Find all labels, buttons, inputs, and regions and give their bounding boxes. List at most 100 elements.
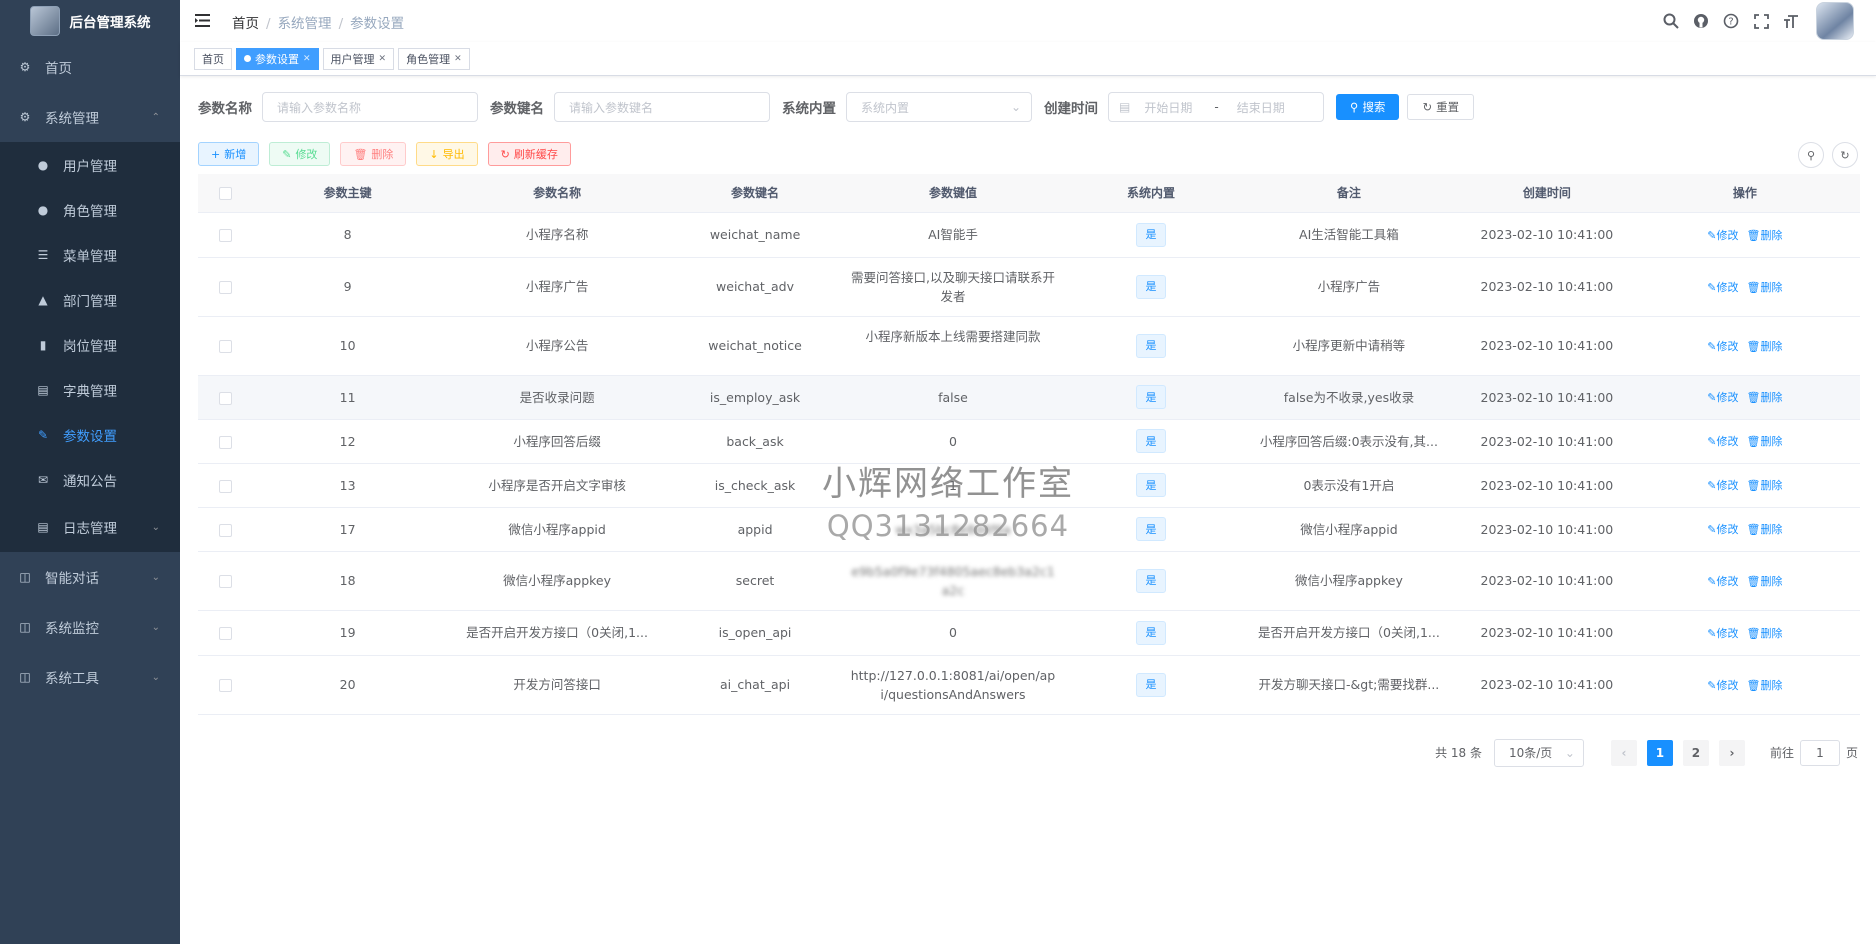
close-icon[interactable]: ✕ xyxy=(303,54,311,64)
tag-config[interactable]: 参数设置 ✕ xyxy=(236,47,319,70)
select-all-checkbox[interactable] xyxy=(219,186,233,200)
row-edit-label: 修改 xyxy=(1716,479,1739,492)
row-checkbox[interactable] xyxy=(219,679,233,692)
cell-key: ai_chat_api xyxy=(672,655,838,715)
row-checkbox[interactable] xyxy=(219,340,233,353)
row-delete-link[interactable]: 🗑删除 xyxy=(1747,340,1783,353)
tag-user[interactable]: 用户管理 ✕ xyxy=(322,47,395,70)
sidebar-item-home[interactable]: ⚙ 首页 xyxy=(0,42,180,92)
date-range-picker[interactable]: ▤ 开始日期 - 结束日期 xyxy=(1108,92,1324,122)
row-delete-link[interactable]: 🗑删除 xyxy=(1747,523,1783,536)
sidebar-item-role[interactable]: ● 角色管理 xyxy=(0,187,180,232)
cell-name: 小程序回答后缀 xyxy=(441,419,673,464)
cell-time: 2023-02-10 10:41:00 xyxy=(1464,610,1630,656)
page-jump-input[interactable]: 1 xyxy=(1799,739,1840,766)
row-edit-link[interactable]: ✎修改 xyxy=(1707,435,1738,448)
cell-key: weichat_adv xyxy=(672,257,838,317)
row-checkbox[interactable] xyxy=(219,523,233,537)
sidebar-item-notice[interactable]: ✉ 通知公告 xyxy=(0,457,180,502)
row-delete-link[interactable]: 🗑删除 xyxy=(1747,435,1783,448)
refresh-cache-button[interactable]: ↻ 刷新缓存 xyxy=(487,142,571,166)
tag-home[interactable]: 首页 xyxy=(194,47,232,70)
page-1-button[interactable]: 1 xyxy=(1646,739,1673,766)
toggle-search-icon[interactable]: ⚲ xyxy=(1798,142,1824,168)
sidebar-item-chat[interactable]: ◫ 智能对话 ⌄ xyxy=(0,552,180,602)
tag-role[interactable]: 角色管理 ✕ xyxy=(398,47,470,70)
sidebar-item-menu[interactable]: ☰ 菜单管理 xyxy=(0,232,180,277)
breadcrumb-home[interactable]: 首页 xyxy=(232,16,259,32)
row-delete-link[interactable]: 🗑删除 xyxy=(1747,479,1783,492)
refresh-table-icon[interactable]: ↻ xyxy=(1832,142,1858,168)
sidebar-item-log[interactable]: ▤ 日志管理 ⌄ xyxy=(0,502,180,552)
breadcrumb-separator: / xyxy=(266,16,271,32)
config-type-select[interactable]: 系统内置 ⌄ xyxy=(846,92,1032,122)
sidebar-item-tools[interactable]: ◫ 系统工具 ⌄ xyxy=(0,652,180,702)
row-checkbox[interactable] xyxy=(219,229,233,242)
sidebar-item-monitor[interactable]: ◫ 系统监控 ⌄ xyxy=(0,602,180,652)
cell-name: 小程序名称 xyxy=(441,212,673,258)
config-name-input[interactable]: 请输入参数名称 xyxy=(262,92,478,122)
question-icon[interactable]: ? xyxy=(1716,0,1746,42)
row-delete-link[interactable]: 🗑删除 xyxy=(1747,281,1783,294)
edit-icon: ✎ xyxy=(282,147,292,161)
avatar[interactable] xyxy=(1816,2,1854,40)
cell-remark: 小程序广告 xyxy=(1233,257,1465,317)
cell-actions: ✎修改 🗑删除 xyxy=(1629,375,1860,420)
search-button[interactable]: ⚲ 搜索 xyxy=(1336,94,1400,120)
sidebar-item-dept[interactable]: ▲ 部门管理 xyxy=(0,277,180,322)
row-edit-link[interactable]: ✎修改 xyxy=(1707,523,1738,536)
row-delete-link[interactable]: 🗑删除 xyxy=(1747,391,1783,404)
sidebar-item-dict[interactable]: ▤ 字典管理 xyxy=(0,367,180,412)
row-edit-label: 修改 xyxy=(1716,391,1739,404)
next-page-button[interactable]: › xyxy=(1718,739,1745,766)
add-button[interactable]: + 新增 xyxy=(198,142,260,166)
row-checkbox[interactable] xyxy=(219,281,233,294)
page-size-select[interactable]: 10条/页 ⌄ xyxy=(1493,738,1584,767)
fullscreen-icon[interactable] xyxy=(1746,0,1776,42)
sidebar-item-label: 系统监控 xyxy=(45,621,99,637)
dashboard-icon: ⚙ xyxy=(19,60,31,74)
row-edit-link[interactable]: ✎修改 xyxy=(1707,229,1738,242)
cell-value: 小程序新版本上线需要搭建同款 xyxy=(837,316,1069,376)
row-delete-link[interactable]: 🗑删除 xyxy=(1747,627,1783,640)
row-edit-link[interactable]: ✎修改 xyxy=(1707,479,1738,492)
close-icon[interactable]: ✕ xyxy=(379,54,387,64)
close-icon[interactable]: ✕ xyxy=(454,54,462,64)
column-header: 参数键值 xyxy=(837,174,1069,213)
page-2-button[interactable]: 2 xyxy=(1682,739,1709,766)
hamburger-icon[interactable] xyxy=(194,12,211,29)
row-edit-link[interactable]: ✎修改 xyxy=(1707,340,1738,353)
row-checkbox[interactable] xyxy=(219,627,233,640)
prev-page-button[interactable]: ‹ xyxy=(1610,739,1637,766)
sidebar-item-user[interactable]: ● 用户管理 xyxy=(0,142,180,187)
row-delete-link[interactable]: 🗑删除 xyxy=(1747,575,1783,588)
monitor-icon: ◫ xyxy=(19,620,31,634)
github-icon[interactable] xyxy=(1686,0,1716,42)
search-icon[interactable] xyxy=(1656,0,1686,42)
export-button[interactable]: ↓ 导出 xyxy=(416,142,478,166)
row-edit-link[interactable]: ✎修改 xyxy=(1707,627,1738,640)
font-size-icon[interactable] xyxy=(1776,0,1806,42)
row-edit-link[interactable]: ✎修改 xyxy=(1707,391,1738,404)
edit-button[interactable]: ✎ 修改 xyxy=(269,142,331,166)
row-checkbox[interactable] xyxy=(219,391,233,405)
reset-button[interactable]: ↻ 重置 xyxy=(1407,94,1475,120)
cell-type: 是 xyxy=(1068,463,1234,508)
row-delete-link[interactable]: 🗑删除 xyxy=(1747,229,1783,242)
row-edit-link[interactable]: ✎修改 xyxy=(1707,679,1738,692)
logo[interactable]: 后台管理系统 xyxy=(0,0,180,42)
config-key-input[interactable]: 请输入参数键名 xyxy=(554,92,770,122)
row-checkbox[interactable] xyxy=(219,435,233,449)
sidebar-item-system[interactable]: ⚙ 系统管理 ⌃ xyxy=(0,92,180,142)
cell-name: 微信小程序appkey xyxy=(441,551,673,611)
cell-time: 2023-02-10 10:41:00 xyxy=(1464,463,1630,508)
row-delete-link[interactable]: 🗑删除 xyxy=(1747,679,1783,692)
delete-button[interactable]: 🗑 删除 xyxy=(340,142,407,166)
sidebar-item-config[interactable]: ✎ 参数设置 xyxy=(0,412,180,457)
sidebar-item-post[interactable]: ▮ 岗位管理 xyxy=(0,322,180,367)
row-edit-link[interactable]: ✎修改 xyxy=(1707,281,1738,294)
table-row: 19 是否开启开发方接口（0关闭,1... is_open_api 0 是 是否… xyxy=(198,610,1860,656)
row-checkbox[interactable] xyxy=(219,479,233,493)
row-checkbox[interactable] xyxy=(219,575,233,588)
row-edit-link[interactable]: ✎修改 xyxy=(1707,575,1738,588)
